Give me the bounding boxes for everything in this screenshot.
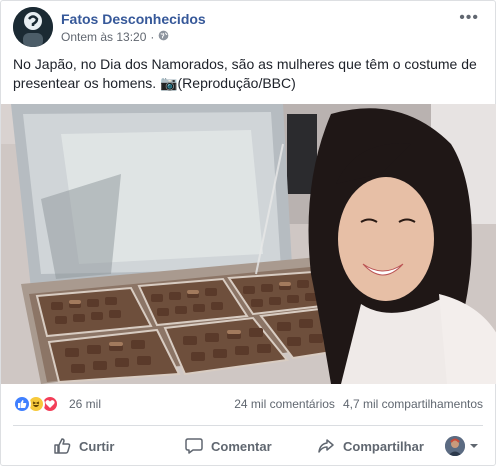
- like-reaction-icon: [13, 395, 31, 413]
- engagement-counts: 24 mil comentários 4,7 mil compartilhame…: [234, 397, 483, 411]
- reaction-icons[interactable]: [13, 395, 59, 413]
- facebook-post: Fatos Desconhecidos Ontem às 13:20 · •••…: [0, 0, 496, 466]
- post-header: Fatos Desconhecidos Ontem às 13:20 · •••: [13, 7, 483, 51]
- post-meta: Ontem às 13:20 ·: [61, 30, 169, 44]
- action-bar: Curtir Comentar Compartilhar: [13, 431, 483, 461]
- share-arrow-icon: [318, 439, 334, 453]
- page-name[interactable]: Fatos Desconhecidos: [61, 11, 206, 27]
- comment-icon: [185, 438, 203, 454]
- more-options-icon[interactable]: •••: [459, 9, 479, 27]
- like-button[interactable]: Curtir: [53, 431, 114, 461]
- user-avatar: [445, 436, 465, 456]
- shares-count[interactable]: 4,7 mil compartilhamentos: [343, 397, 483, 411]
- thumbs-up-icon: [54, 438, 71, 454]
- post-text: No Japão, no Dia dos Namorados, são as m…: [13, 56, 477, 91]
- timestamp[interactable]: Ontem às 13:20: [61, 30, 146, 44]
- comments-count[interactable]: 24 mil comentários: [234, 397, 335, 411]
- comment-button[interactable]: Comentar: [185, 431, 272, 461]
- like-label: Curtir: [79, 438, 115, 454]
- chevron-down-icon: [470, 444, 478, 448]
- post-as-selector[interactable]: [445, 436, 479, 456]
- reaction-count[interactable]: 26 mil: [69, 397, 101, 411]
- divider: [13, 425, 483, 426]
- post-photo[interactable]: [1, 104, 496, 384]
- share-label: Compartilhar: [343, 438, 424, 454]
- page-avatar[interactable]: [13, 7, 53, 47]
- share-button[interactable]: Compartilhar: [317, 431, 424, 461]
- reactions-bar: 26 mil 24 mil comentários 4,7 mil compar…: [13, 395, 483, 413]
- comment-label: Comentar: [211, 438, 272, 454]
- globe-icon[interactable]: [158, 30, 169, 44]
- meta-separator: ·: [150, 30, 155, 44]
